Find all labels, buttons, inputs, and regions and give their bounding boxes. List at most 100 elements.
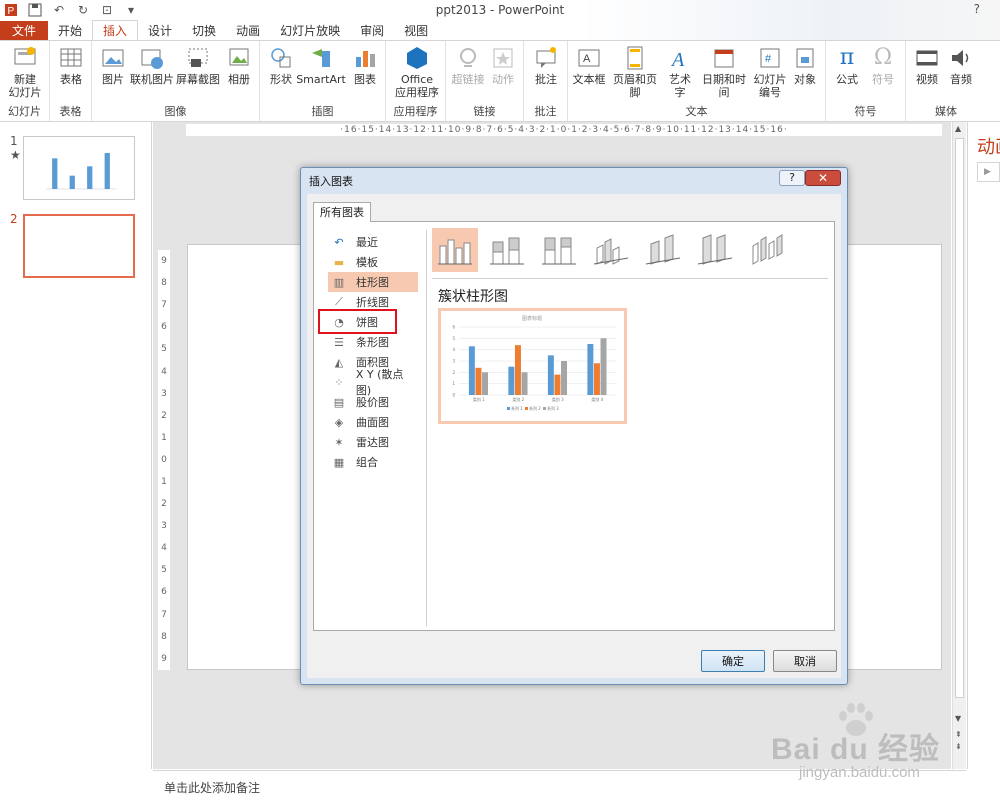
tab-6[interactable]: 幻灯片放映: [270, 21, 350, 41]
tab-7[interactable]: 审阅: [350, 21, 394, 41]
chart-type-11[interactable]: ▦ 组合: [328, 452, 418, 472]
dialog-body: 所有图表 ↶ 最近 ▬ 模板 ▥ 柱形图 ⟋ 折线图 ◔ 饼图 ☰ 条形图 ◭ 面积图 ⁘ X Y (散点图)…: [307, 194, 841, 678]
chart-type-7[interactable]: ⁘ X Y (散点图): [328, 368, 418, 397]
slide-thumbnail-1[interactable]: [23, 136, 135, 200]
group-text: A 文本框 页眉和页脚 A 艺术字 日期和时间 # 幻灯片 编号 对象 文本: [568, 41, 826, 121]
tab-1[interactable]: 开始: [48, 21, 92, 41]
ok-button[interactable]: 确定: [701, 650, 765, 672]
online-picture-icon: [141, 49, 163, 69]
tab-all-charts[interactable]: 所有图表: [313, 202, 371, 222]
thumb-bar: [69, 175, 75, 189]
picture-button[interactable]: 图片: [98, 45, 128, 86]
insert-chart-dialog: 插入图表 ? ✕ 所有图表 ↶ 最近 ▬ 模板 ▥ 柱形图 ⟋ 折线图 ◔ 饼图 ☰ 条形图 ◭ 面积图 ⁘…: [300, 167, 848, 685]
cancel-button[interactable]: 取消: [773, 650, 837, 672]
slide-thumbnail-2[interactable]: [23, 214, 135, 278]
video-button[interactable]: 视频: [912, 45, 942, 86]
window-title: ppt2013 - PowerPoint: [435, 3, 565, 17]
header-footer-button[interactable]: 页眉和页脚: [608, 45, 662, 99]
animation-play-button[interactable]: ▶: [977, 162, 1000, 182]
slide-2-number: 2: [10, 212, 18, 226]
tab-0[interactable]: 文件: [0, 21, 48, 41]
customize-icon[interactable]: ▾: [124, 3, 138, 17]
save-icon[interactable]: [28, 3, 42, 17]
subtype-3d-stacked-column[interactable]: [640, 228, 686, 272]
chart-type-10[interactable]: ✶ 雷达图: [328, 432, 418, 452]
object-button[interactable]: 对象: [790, 45, 820, 86]
watermark-brand: Bai du 经验: [771, 733, 941, 766]
chart-type-1[interactable]: ▬ 模板: [328, 252, 418, 272]
recent-icon: ↶: [334, 235, 344, 249]
chart-type-label: 曲面图: [356, 416, 389, 429]
redo-icon[interactable]: ↻: [76, 3, 90, 17]
animation-pane-title: 动画窗格: [977, 137, 1000, 158]
subtype-clustered-column[interactable]: [432, 228, 478, 272]
tab-5[interactable]: 动画: [226, 21, 270, 41]
header-footer-icon: [627, 46, 643, 70]
album-button[interactable]: 相册: [224, 45, 254, 86]
tab-2[interactable]: 插入: [92, 20, 139, 41]
group-comments: 批注 批注: [524, 41, 568, 121]
audio-button[interactable]: 音频: [946, 45, 976, 86]
textbox-button[interactable]: A 文本框: [572, 45, 606, 86]
hyperlink-button[interactable]: 超链接: [450, 45, 486, 86]
vruler-tick: 9: [161, 256, 167, 267]
chart-type-2[interactable]: ▥ 柱形图: [328, 272, 418, 292]
equation-button[interactable]: π 公式: [832, 45, 862, 86]
office-apps-button[interactable]: Office 应用程序: [392, 45, 442, 99]
video-icon: [916, 50, 938, 66]
preview-bar: [475, 367, 482, 395]
help-button[interactable]: ?: [974, 2, 980, 16]
scroll-up-arrow[interactable]: ▲: [955, 124, 961, 133]
undo-icon[interactable]: ↶: [52, 3, 66, 17]
table-button[interactable]: 表格: [56, 45, 86, 86]
line-chart-icon: ⟋: [335, 295, 343, 308]
chart-type-0[interactable]: ↶ 最近: [328, 232, 418, 252]
legend-swatch: [507, 407, 510, 410]
wordart-button[interactable]: A 艺术字: [664, 45, 696, 99]
tab-4[interactable]: 切换: [182, 21, 226, 41]
symbol-button[interactable]: Ω 符号: [868, 45, 898, 86]
office-apps-icon: [407, 47, 427, 69]
shapes-button[interactable]: 形状: [266, 45, 296, 86]
chart-preview[interactable]: 图表标题 0 1 2 3 4 5 6 类别 1 类别 2 类别 3 类别 4 系列 1 系列 2 系列 3: [438, 308, 627, 424]
datetime-button[interactable]: 日期和时间: [698, 45, 750, 99]
preview-bar: [587, 344, 594, 395]
screenshot-button[interactable]: 屏幕截图: [176, 45, 220, 86]
wordart-icon: A: [670, 49, 685, 71]
scrollbar-thumb[interactable]: [955, 138, 964, 698]
action-button[interactable]: 动作: [488, 45, 518, 86]
audio-label: 音频: [950, 73, 972, 86]
chart-type-list: ↶ 最近 ▬ 模板 ▥ 柱形图 ⟋ 折线图 ◔ 饼图 ☰ 条形图 ◭ 面积图 ⁘ X Y (散点图) ▤ 股价图 ◈…: [328, 232, 418, 472]
start-from-beginning-icon[interactable]: ⊡: [100, 3, 114, 17]
preview-bar: [514, 345, 521, 395]
horizontal-ruler: ·16·15·14·13·12·11·10·9·8·7·6·5·4·3·2·1·…: [186, 124, 942, 136]
subtype-3d-100-stacked-column[interactable]: [692, 228, 738, 272]
group-images-label: 图像: [164, 105, 187, 118]
preview-bar: [554, 374, 561, 395]
subtype-3d-clustered-column[interactable]: [588, 228, 634, 272]
table-label: 表格: [60, 73, 82, 86]
subtype-stacked-column[interactable]: [484, 228, 530, 272]
smartart-button[interactable]: SmartArt: [296, 45, 346, 86]
slide-number-button[interactable]: # 幻灯片 编号: [752, 45, 788, 99]
tab-3[interactable]: 设计: [138, 21, 182, 41]
chart-type-5[interactable]: ☰ 条形图: [328, 332, 418, 352]
comment-button[interactable]: 批注: [530, 45, 562, 86]
folder-icon: ▬: [333, 255, 345, 269]
new-slide-button[interactable]: 新建 幻灯片: [4, 45, 46, 99]
dialog-help-button[interactable]: ?: [779, 170, 805, 186]
chart-label: 图表: [354, 73, 376, 86]
dialog-close-button[interactable]: ✕: [805, 170, 841, 186]
subtype-3d-column[interactable]: [744, 228, 790, 272]
object-label: 对象: [794, 73, 816, 86]
chart-type-9[interactable]: ◈ 曲面图: [328, 412, 418, 432]
online-picture-button[interactable]: 联机图片: [130, 45, 174, 86]
hyperlink-label: 超链接: [451, 73, 485, 86]
subtype-100-stacked-column[interactable]: [536, 228, 582, 272]
bar-chart-icon: ☰: [334, 335, 344, 349]
tab-8[interactable]: 视图: [394, 21, 438, 41]
chart-button[interactable]: 图表: [350, 45, 380, 86]
preview-bar: [521, 372, 528, 395]
table-icon: [60, 48, 82, 67]
chart-type-label: 条形图: [356, 336, 389, 349]
